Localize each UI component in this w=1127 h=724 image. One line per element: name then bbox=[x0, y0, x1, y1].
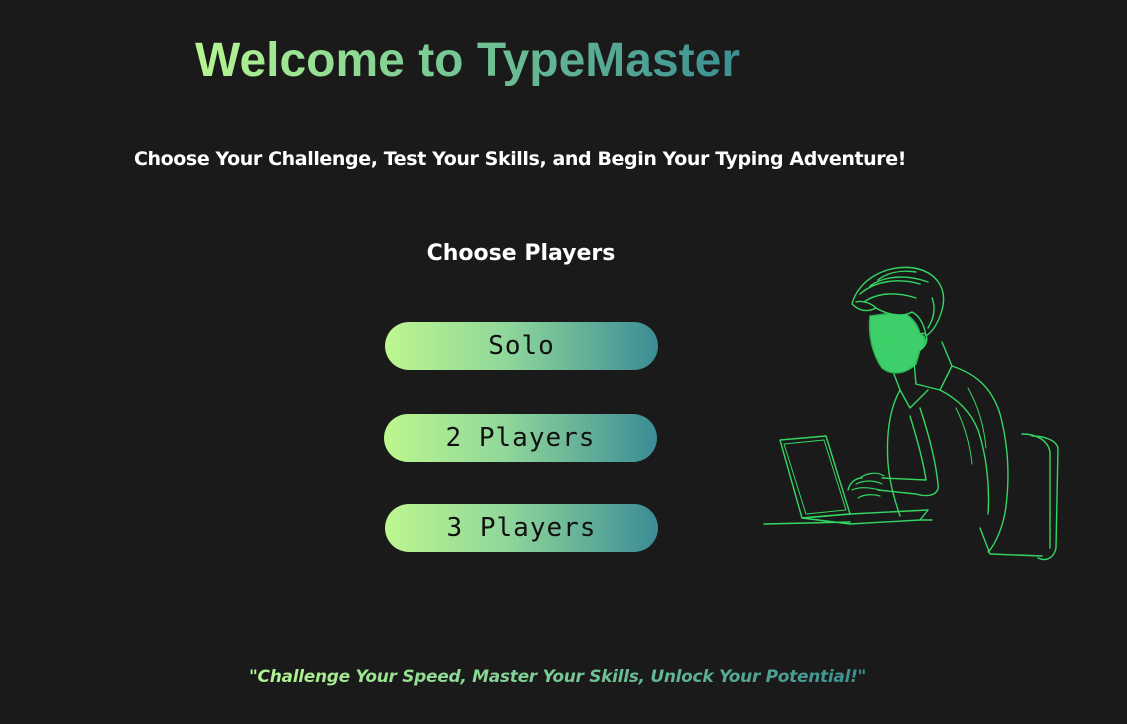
choose-players-heading: Choose Players bbox=[426, 241, 616, 266]
solo-button[interactable]: Solo bbox=[385, 322, 658, 370]
two-players-button[interactable]: 2 Players bbox=[384, 414, 657, 462]
motivational-quote: "Challenge Your Speed, Master Your Skill… bbox=[249, 664, 866, 690]
page-title: Welcome to TypeMaster bbox=[195, 30, 740, 92]
three-players-button[interactable]: 3 Players bbox=[385, 504, 658, 552]
person-typing-illustration bbox=[763, 266, 1059, 561]
page-subtitle: Choose Your Challenge, Test Your Skills,… bbox=[133, 148, 907, 170]
